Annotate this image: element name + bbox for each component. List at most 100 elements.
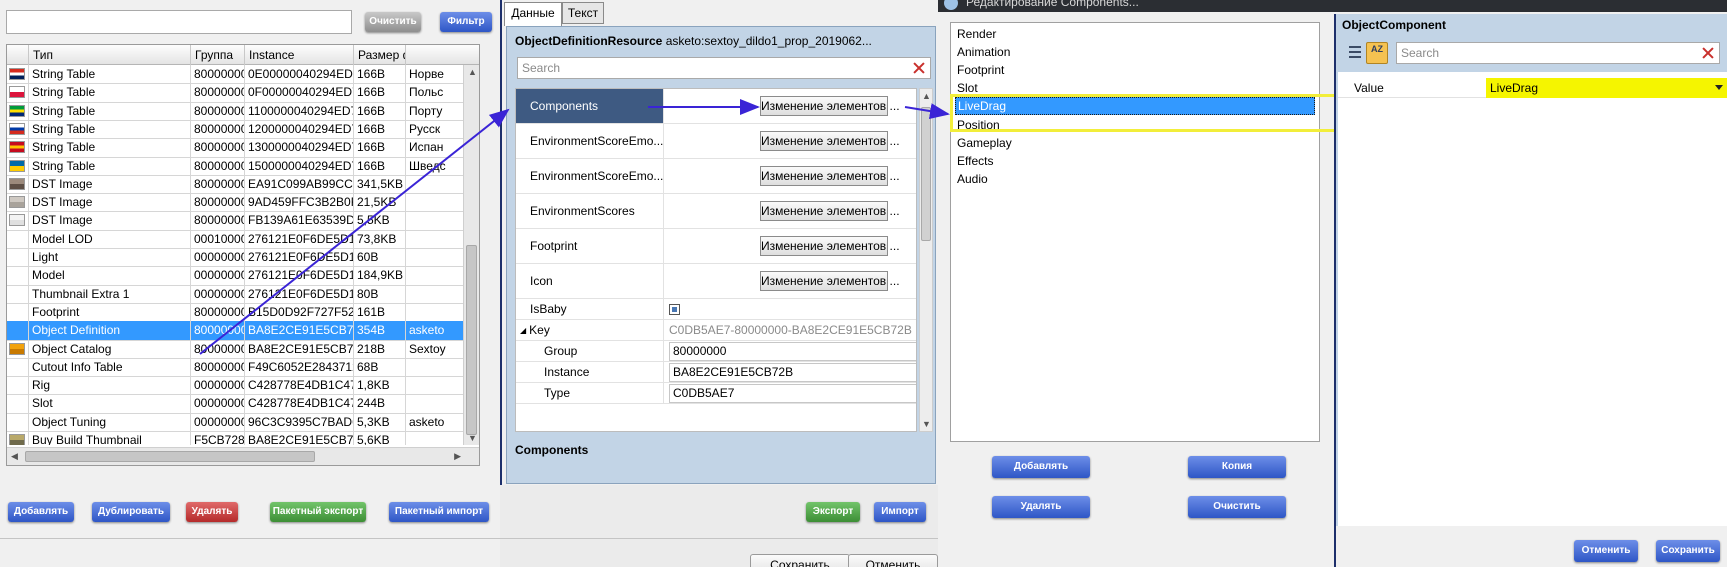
- table-row[interactable]: Object Definition80000000BA8E2CE91E5CB72…: [7, 321, 479, 341]
- clear-search-icon[interactable]: [1700, 45, 1716, 61]
- filter-button[interactable]: Фильтр: [440, 12, 492, 32]
- table-row[interactable]: String Table 80000000 0F00000040294ED7 166B…: [7, 83, 479, 103]
- table-row[interactable]: DST Image 80000000 9AD459FFC3B2B0F1 21,5KB: [7, 193, 479, 213]
- horizontal-scroll-thumb[interactable]: [25, 451, 315, 462]
- table-row[interactable]: Cutout Info Table 80000000 F49C6052E284371…: [7, 357, 479, 378]
- property-row-environment-score-emotion-1[interactable]: EnvironmentScoreEmo... Изменение элемент…: [516, 124, 916, 159]
- table-row[interactable]: Thumbnail Extra 1 00000000 276121E0F6DE5D1…: [7, 284, 479, 304]
- scroll-up-icon[interactable]: ▲: [922, 91, 931, 101]
- property-row-icon[interactable]: Icon Изменение элементов ...: [516, 264, 916, 299]
- table-row[interactable]: String Table 80000000 0E00000040294ED7 166B…: [7, 65, 479, 85]
- column-header-icon[interactable]: [7, 45, 29, 65]
- window-title-bar[interactable]: Редактирование Components...: [938, 0, 1727, 12]
- edit-components-button[interactable]: Изменение элементов ...: [760, 96, 900, 116]
- property-row-footprint[interactable]: Footprint Изменение элементов ...: [516, 229, 916, 264]
- object-component-search-input[interactable]: Search: [1396, 42, 1720, 64]
- delete-component-button[interactable]: Удалять: [992, 496, 1090, 518]
- add-resource-button[interactable]: Добавлять: [8, 502, 74, 522]
- column-header-instance[interactable]: Instance: [245, 45, 354, 65]
- edit-elements-button[interactable]: Изменение элементов ...: [760, 166, 900, 186]
- edit-elements-button[interactable]: Изменение элементов ...: [760, 131, 900, 151]
- column-header-type[interactable]: Тип: [29, 45, 191, 65]
- property-row-environment-score-emotion-2[interactable]: EnvironmentScoreEmo... Изменение элемент…: [516, 159, 916, 194]
- add-component-button[interactable]: Добавлять: [992, 456, 1090, 478]
- value-dropdown[interactable]: LiveDrag: [1486, 78, 1727, 98]
- property-search-input[interactable]: Search: [517, 57, 931, 79]
- column-header-extra[interactable]: [406, 45, 479, 65]
- property-row-instance[interactable]: Instance BA8E2CE91E5CB72B: [516, 362, 916, 383]
- import-button[interactable]: Импорт: [874, 502, 926, 522]
- filter-input[interactable]: [6, 10, 352, 34]
- table-row[interactable]: Model 00000000 276121E0F6DE5D1C 184,9KB: [7, 266, 479, 286]
- batch-export-button[interactable]: Пакетный экспорт: [270, 502, 366, 522]
- tab-data[interactable]: Данные: [504, 2, 562, 26]
- property-row-isbaby[interactable]: IsBaby: [516, 299, 916, 320]
- categorized-view-icon[interactable]: [1346, 44, 1364, 62]
- save-button[interactable]: Сохранить: [750, 554, 850, 567]
- isbaby-checkbox[interactable]: [669, 303, 680, 315]
- cancel-button[interactable]: Отменить: [848, 554, 938, 567]
- chevron-down-icon[interactable]: [1715, 85, 1723, 90]
- copy-component-button[interactable]: Копия: [1188, 456, 1286, 478]
- table-vertical-scrollbar[interactable]: ▲ ▼: [463, 65, 479, 445]
- clear-components-button[interactable]: Очистить: [1188, 496, 1286, 518]
- property-row-environment-scores[interactable]: EnvironmentScores Изменение элементов ..…: [516, 194, 916, 229]
- scroll-right-icon[interactable]: ▶: [454, 451, 461, 462]
- export-button[interactable]: Экспорт: [806, 502, 860, 522]
- duplicate-resource-button[interactable]: Дублировать: [92, 502, 170, 522]
- table-row[interactable]: Buy Build ThumbnailF5CB7283BA8E2CE91E5CB…: [7, 431, 479, 445]
- cancel-button[interactable]: Отменить: [1574, 540, 1638, 562]
- cell-instance: 0E00000040294ED7: [245, 65, 354, 84]
- group-input[interactable]: 80000000: [669, 341, 916, 361]
- table-row[interactable]: Model LOD 00010000 276121E0F6DE5D1C 73,8KB: [7, 229, 479, 250]
- table-row[interactable]: String Table 80000000 1500000040294ED7 166B…: [7, 156, 479, 176]
- table-row[interactable]: DST Image80000000EA91C099AB99CCEE341,5KB: [7, 174, 479, 195]
- clear-search-icon[interactable]: [911, 60, 927, 76]
- table-horizontal-scrollbar[interactable]: ◀ ▶: [7, 447, 479, 465]
- edit-elements-button[interactable]: Изменение элементов ...: [760, 271, 900, 291]
- vertical-scroll-thumb[interactable]: [466, 245, 477, 435]
- expand-triangle-icon[interactable]: ◢: [520, 326, 526, 335]
- type-input[interactable]: C0DB5AE7: [669, 383, 916, 403]
- column-header-group[interactable]: Группа: [191, 45, 245, 65]
- list-item-footprint[interactable]: Footprint: [955, 61, 1315, 79]
- table-row[interactable]: Light 00000000 276121E0F6DE5D1C 60B: [7, 248, 479, 268]
- property-row-value[interactable]: Value LiveDrag: [1338, 78, 1727, 98]
- list-item-gameplay[interactable]: Gameplay: [955, 134, 1315, 152]
- edit-elements-button[interactable]: Изменение элементов ...: [760, 236, 900, 256]
- table-row[interactable]: String Table 80000000 1300000040294ED7 166B…: [7, 138, 479, 158]
- property-scroll-thumb[interactable]: [921, 107, 931, 241]
- alphabetical-sort-icon[interactable]: AZ: [1366, 42, 1388, 64]
- scroll-down-icon[interactable]: ▼: [468, 433, 477, 443]
- list-item-audio[interactable]: Audio: [955, 170, 1315, 188]
- cell-type: Model: [29, 266, 191, 286]
- property-row-components[interactable]: Components Изменение элементов ...: [516, 89, 916, 124]
- list-item-effects[interactable]: Effects: [955, 152, 1315, 170]
- delete-resource-button[interactable]: Удалять: [186, 502, 238, 522]
- list-item-animation[interactable]: Animation: [955, 43, 1315, 61]
- table-row[interactable]: Object Tuning0000000096C3C9395C7BAD6E5,3…: [7, 412, 479, 433]
- table-row[interactable]: String Table 80000000 1200000040294ED7 166B…: [7, 119, 479, 140]
- table-row[interactable]: String Table 80000000 1100000040294ED7 166B…: [7, 101, 479, 121]
- save-button[interactable]: Сохранить: [1656, 540, 1720, 562]
- property-row-group[interactable]: Group 80000000: [516, 341, 916, 362]
- list-item-render[interactable]: Render: [955, 25, 1315, 43]
- clear-filter-button[interactable]: Очистить: [365, 12, 421, 32]
- table-row[interactable]: Rig 00000000 C428778E4DB1C471 1,8KB: [7, 376, 479, 396]
- table-row[interactable]: DST Image 80000000 FB139A61E63539D4 5,5KB: [7, 211, 479, 231]
- edit-elements-button[interactable]: Изменение элементов ...: [760, 201, 900, 221]
- column-header-size[interactable]: Размер ф: [354, 45, 406, 65]
- scroll-left-icon[interactable]: ◀: [11, 451, 18, 462]
- tab-text[interactable]: Текст: [562, 2, 604, 24]
- table-row[interactable]: Object Catalog80000000BA8E2CE91E5CB72B21…: [7, 339, 479, 359]
- table-row[interactable]: Footprint 80000000 B15D0D92F727F52F 161B: [7, 302, 479, 323]
- property-row-key[interactable]: ◢ Key C0DB5AE7-80000000-BA8E2CE91E5CB72B: [516, 320, 916, 341]
- property-row-type[interactable]: Type C0DB5AE7: [516, 383, 916, 404]
- scroll-up-icon[interactable]: ▲: [468, 67, 477, 77]
- row-icon-cell: [7, 321, 29, 341]
- property-grid-scrollbar[interactable]: ▲ ▼: [919, 88, 933, 432]
- table-row[interactable]: Slot 00000000 C428778E4DB1C471 244B: [7, 394, 479, 414]
- instance-input[interactable]: BA8E2CE91E5CB72B: [669, 362, 916, 382]
- scroll-down-icon[interactable]: ▼: [922, 419, 931, 429]
- batch-import-button[interactable]: Пакетный импорт: [389, 502, 489, 522]
